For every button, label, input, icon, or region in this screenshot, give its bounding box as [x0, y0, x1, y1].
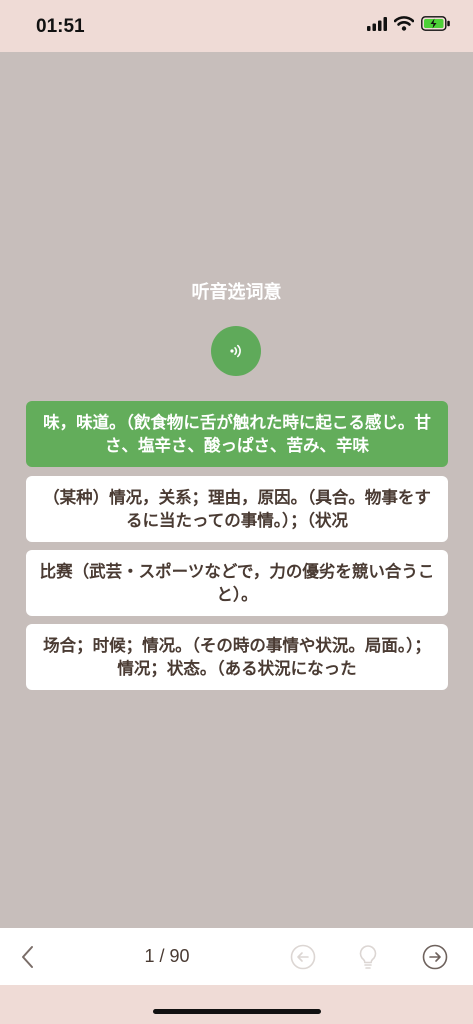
previous-button[interactable]	[289, 943, 317, 971]
home-indicator[interactable]	[153, 1009, 321, 1014]
question-counter: 1 / 90	[144, 946, 190, 966]
status-icons	[367, 16, 451, 31]
answer-option-text: 比赛（武芸・スポーツなどで，力の優劣を競い合うこと）。	[39, 562, 435, 604]
question-prompt: 听音选词意	[191, 282, 282, 303]
answer-option-text: 味，味道。（飲食物に舌が触れた時に起こる感じ。甘さ、塩辛さ、酸っぱさ、苦み、辛味	[43, 413, 431, 455]
back-arrow-icon	[22, 946, 33, 968]
answer-option-3[interactable]: 比赛（武芸・スポーツなどで，力の優劣を競い合うこと）。	[26, 550, 448, 616]
next-circle-icon	[422, 944, 448, 970]
bottom-toolbar	[0, 928, 473, 985]
home-indicator-area	[0, 985, 473, 1024]
wifi-icon	[394, 16, 414, 31]
audio-icon	[230, 344, 241, 358]
answer-option-text: 场合；时候；情况。（その時の事情や状況。局面。）；情况；状态。（ある状況になった	[43, 636, 431, 678]
answer-option-text: （某种）情况，关系；理由，原因。（具合。物事をするに当たっての事情。）；（状况	[43, 488, 431, 530]
previous-circle-icon	[290, 944, 316, 970]
battery-icon	[421, 16, 450, 31]
back-button[interactable]	[16, 944, 40, 970]
next-button[interactable]	[421, 943, 449, 971]
hint-bulb-icon	[359, 945, 377, 969]
hint-button[interactable]	[354, 943, 382, 971]
status-time: 01:51	[36, 16, 85, 37]
answer-option-4[interactable]: 场合；时候；情况。（その時の事情や状況。局面。）；情况；状态。（ある状況になった	[26, 624, 448, 690]
answer-option-1[interactable]: 味，味道。（飲食物に舌が触れた時に起こる感じ。甘さ、塩辛さ、酸っぱさ、苦み、辛味	[26, 401, 448, 467]
play-audio-button[interactable]	[211, 326, 261, 376]
status-bar: 01:51	[0, 0, 473, 52]
answer-option-2[interactable]: （某种）情况，关系；理由，原因。（具合。物事をするに当たっての事情。）；（状况	[26, 476, 448, 542]
signal-icon	[367, 16, 387, 31]
